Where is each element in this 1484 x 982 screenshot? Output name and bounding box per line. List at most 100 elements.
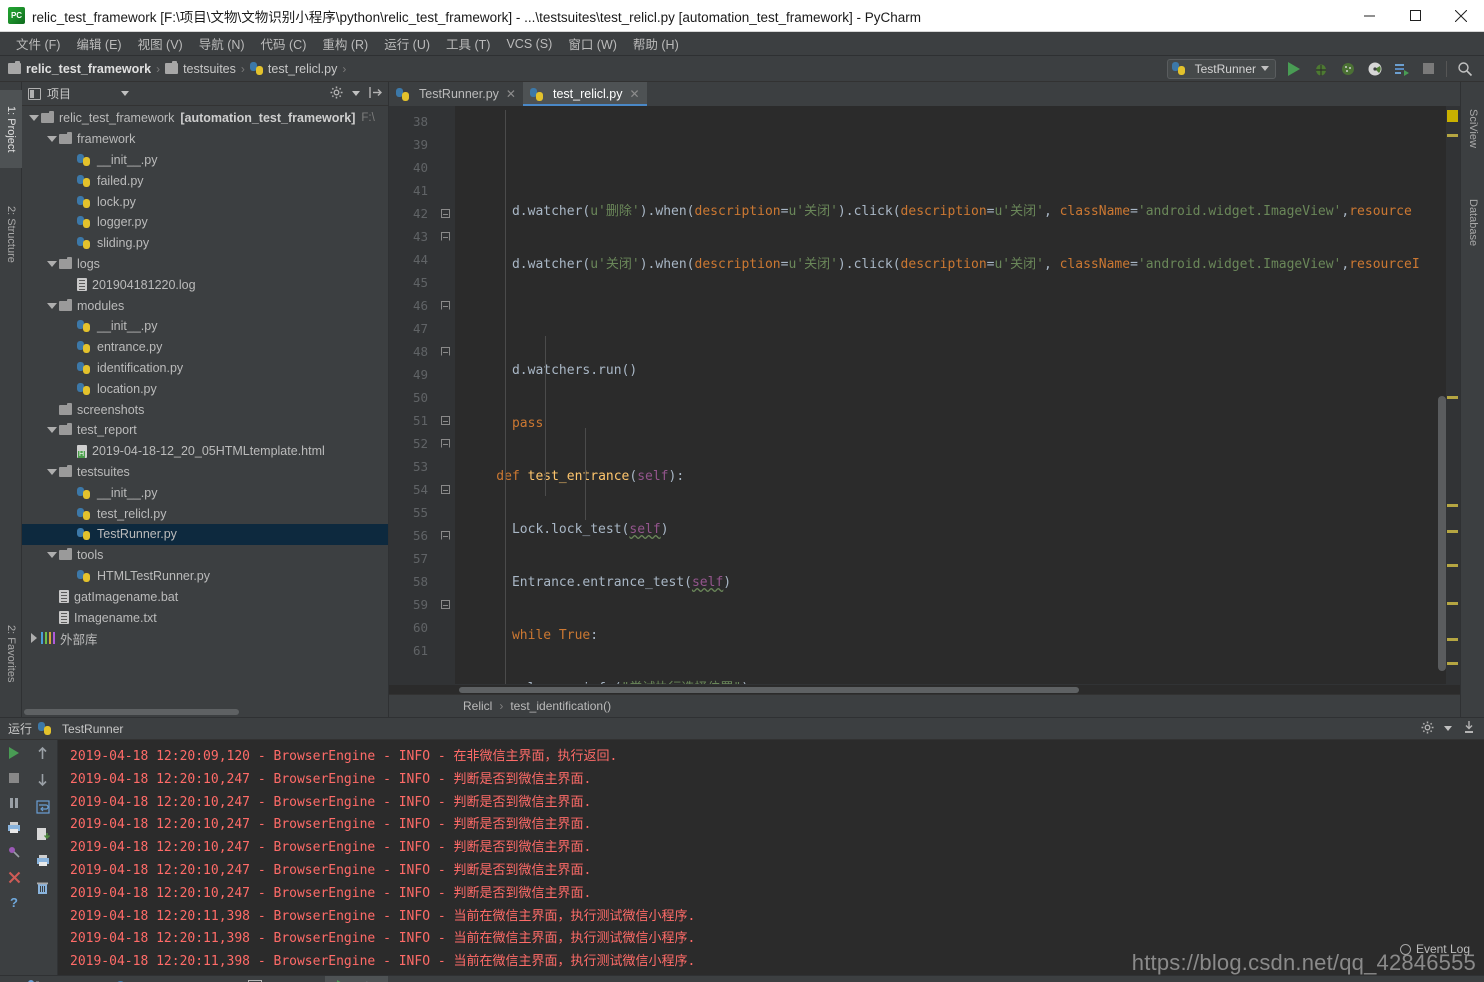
tree-item[interactable]: test_report [22, 420, 388, 441]
menu-help[interactable]: 帮助 (H) [625, 32, 687, 55]
tree-item[interactable]: __init__.py [22, 150, 388, 171]
tree-item[interactable]: __init__.py [22, 482, 388, 503]
print-icon[interactable] [34, 852, 51, 869]
run-icon[interactable] [1284, 59, 1303, 78]
scroll-down-icon[interactable] [34, 771, 51, 788]
debug-icon[interactable] [1311, 59, 1330, 78]
menu-file[interactable]: 文件 (F) [8, 32, 68, 55]
tree-item[interactable]: testsuites [22, 462, 388, 483]
print-icon[interactable] [6, 819, 23, 836]
tree-item[interactable]: entrance.py [22, 337, 388, 358]
gear-icon[interactable] [330, 86, 343, 102]
fold-marker-icon[interactable] [440, 531, 450, 540]
chevron-down-icon[interactable] [26, 115, 41, 122]
fold-marker-icon[interactable] [440, 209, 450, 218]
minimize-icon[interactable] [1346, 0, 1392, 32]
tab-python-console[interactable]: Python Console [105, 976, 237, 982]
profile-icon[interactable] [1365, 59, 1384, 78]
sidebar-item-favorites[interactable]: 2: Favorites [0, 599, 22, 709]
menu-code[interactable]: 代码 (C) [253, 32, 315, 55]
trash-icon[interactable] [34, 879, 51, 896]
search-icon[interactable] [1455, 59, 1474, 78]
chevron-down-icon[interactable] [352, 91, 360, 96]
tree-item[interactable]: framework [22, 129, 388, 150]
gear-icon[interactable] [1421, 721, 1434, 737]
tree-item[interactable]: gatImagename.bat [22, 586, 388, 607]
menu-vcs[interactable]: VCS (S) [498, 35, 560, 53]
breadcrumb-class[interactable]: Relicl [463, 699, 492, 713]
hide-panel-icon[interactable] [369, 86, 382, 102]
breadcrumb-project[interactable]: relic_test_framework [8, 61, 151, 76]
close-icon[interactable] [1438, 0, 1484, 32]
tree-item[interactable]: identification.py [22, 358, 388, 379]
tree-item[interactable]: Imagename.txt [22, 607, 388, 628]
tree-item[interactable]: test_relicl.py [22, 503, 388, 524]
menu-view[interactable]: 视图 (V) [130, 32, 191, 55]
close-icon[interactable] [6, 869, 23, 886]
attach-icon[interactable] [1392, 59, 1411, 78]
sidebar-item-project[interactable]: 1: Project [0, 90, 22, 168]
error-stripe-gutter[interactable] [1446, 106, 1460, 684]
tree-item[interactable]: screenshots [22, 399, 388, 420]
tab-terminal[interactable]: Terminal [236, 976, 324, 982]
fold-marker-icon[interactable] [440, 416, 450, 425]
chevron-down-icon[interactable] [44, 468, 59, 475]
tab-todo[interactable]: 6: TODO [14, 976, 105, 982]
tree-item[interactable]: sliding.py [22, 233, 388, 254]
maximize-icon[interactable] [1392, 0, 1438, 32]
help-icon[interactable]: ? [6, 894, 23, 911]
tree-item[interactable]: modules [22, 295, 388, 316]
breadcrumb-testsuites[interactable]: testsuites [165, 61, 236, 76]
project-tree[interactable]: relic_test_framework [automation_test_fra… [22, 106, 388, 707]
chevron-down-icon[interactable] [121, 91, 130, 96]
chevron-down-icon[interactable] [44, 552, 59, 559]
menu-refactor[interactable]: 重构 (R) [314, 32, 376, 55]
chevron-right-icon[interactable] [26, 633, 41, 644]
run-panel-config-label[interactable]: TestRunner [62, 722, 123, 736]
chevron-down-icon[interactable] [44, 260, 59, 267]
scroll-up-icon[interactable] [34, 744, 51, 761]
project-horizontal-scrollbar[interactable] [22, 707, 388, 717]
menu-tools[interactable]: 工具 (T) [438, 32, 498, 55]
event-log-button[interactable]: Event Log [1399, 942, 1470, 956]
tree-item[interactable]: 201904181220.log [22, 274, 388, 295]
sidebar-item-sciview[interactable]: SciView [1461, 88, 1484, 168]
chevron-down-icon[interactable] [44, 136, 59, 143]
console-output[interactable]: 2019-04-18 12:20:09,120 - BrowserEngine … [58, 740, 1484, 975]
thread-dump-icon[interactable] [6, 844, 23, 861]
menu-window[interactable]: 窗口 (W) [560, 32, 625, 55]
breadcrumb-method[interactable]: test_identification() [510, 699, 611, 713]
run-icon[interactable] [6, 744, 23, 761]
tree-item[interactable]: tools [22, 545, 388, 566]
tree-item[interactable]: 外部库 [22, 628, 388, 649]
tree-item[interactable]: HTMLTestRunner.py [22, 566, 388, 587]
sidebar-item-database[interactable]: Database [1461, 178, 1484, 268]
pause-icon[interactable] [6, 794, 23, 811]
fold-marker-icon[interactable] [440, 439, 450, 448]
tree-item[interactable]: __init__.py [22, 316, 388, 337]
code-folding-gutter[interactable] [435, 106, 455, 684]
tree-item[interactable]: failed.py [22, 170, 388, 191]
soft-wrap-icon[interactable] [34, 798, 51, 815]
menu-navigate[interactable]: 导航 (N) [191, 32, 253, 55]
stop-icon[interactable] [1419, 59, 1438, 78]
fold-marker-icon[interactable] [440, 485, 450, 494]
fold-marker-icon[interactable] [440, 301, 450, 310]
sidebar-item-structure[interactable]: 2: Structure [0, 182, 22, 286]
chevron-down-icon[interactable] [44, 427, 59, 434]
tree-item[interactable]: logs [22, 254, 388, 275]
close-icon[interactable]: ✕ [506, 87, 516, 101]
fold-marker-icon[interactable] [440, 232, 450, 241]
tree-item[interactable]: relic_test_framework [automation_test_fra… [22, 108, 388, 129]
tree-item[interactable]: logger.py [22, 212, 388, 233]
menu-edit[interactable]: 编辑 (E) [68, 32, 129, 55]
tree-item[interactable]: location.py [22, 378, 388, 399]
breadcrumb-file[interactable]: test_relicl.py [249, 62, 337, 76]
editor-horizontal-scrollbar[interactable] [389, 684, 1460, 694]
close-icon[interactable]: ✕ [629, 87, 639, 101]
hide-icon[interactable] [1462, 720, 1476, 737]
tab-test-relicl[interactable]: test_relicl.py ✕ [522, 82, 647, 106]
chevron-down-icon[interactable] [44, 302, 59, 309]
tree-item[interactable]: lock.py [22, 191, 388, 212]
tab-testrunner[interactable]: TestRunner.py ✕ [389, 82, 523, 106]
